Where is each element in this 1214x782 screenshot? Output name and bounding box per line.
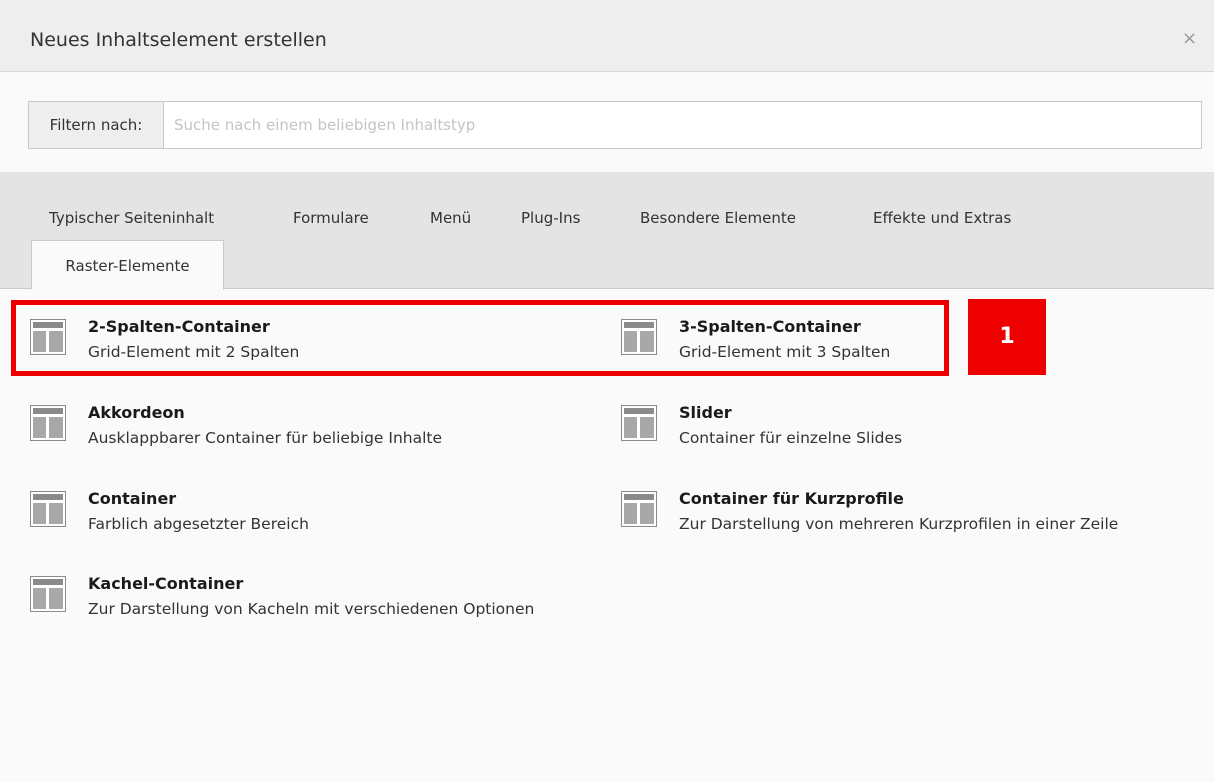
element-description: Grid-Element mit 2 Spalten (88, 343, 300, 361)
grid-layout-icon (30, 576, 66, 612)
tab-raster-elemente[interactable]: Raster-Elemente (31, 240, 224, 290)
element-container[interactable]: Container Farblich abgesetzter Bereich (30, 488, 590, 548)
new-content-element-dialog: Neues Inhaltselement erstellen × Filtern… (0, 0, 1214, 782)
grid-layout-icon (30, 319, 66, 355)
filter-row: Filtern nach: (28, 101, 1202, 149)
element-title: 2-Spalten-Container (88, 317, 270, 336)
element-description: Farblich abgesetzter Bereich (88, 515, 309, 533)
element-description: Container für einzelne Slides (679, 429, 903, 447)
tab-typischer-seiteninhalt[interactable]: Typischer Seiteninhalt (49, 208, 214, 228)
element-description: Ausklappbarer Container für beliebige In… (88, 429, 443, 447)
dialog-title: Neues Inhaltselement erstellen (30, 29, 327, 51)
tab-formulare[interactable]: Formulare (293, 208, 369, 228)
grid-layout-icon (30, 405, 66, 441)
element-title: Akkordeon (88, 403, 185, 422)
tab-menue[interactable]: Menü (430, 208, 471, 228)
element-description: Zur Darstellung von Kacheln mit verschie… (88, 600, 535, 618)
element-title: Slider (679, 403, 732, 422)
grid-layout-icon (30, 491, 66, 527)
element-kachel-container[interactable]: Kachel-Container Zur Darstellung von Kac… (30, 573, 550, 673)
element-container-fuer-kurzprofile[interactable]: Container für Kurzprofile Zur Darstellun… (621, 488, 1211, 548)
annotation-badge: 1 (968, 299, 1046, 375)
filter-search-input[interactable] (164, 101, 1202, 149)
element-title: 3-Spalten-Container (679, 317, 861, 336)
element-title: Container für Kurzprofile (679, 489, 904, 508)
dialog-header: Neues Inhaltselement erstellen × (0, 0, 1214, 72)
element-title: Container (88, 489, 177, 508)
grid-layout-icon (621, 319, 657, 355)
close-icon[interactable]: × (1182, 28, 1197, 50)
tab-effekte-und-extras[interactable]: Effekte und Extras (873, 208, 1011, 228)
tab-besondere-elemente[interactable]: Besondere Elemente (640, 208, 796, 228)
filter-label: Filtern nach: (28, 101, 164, 149)
element-title: Kachel-Container (88, 574, 244, 593)
element-3-spalten-container[interactable]: 3-Spalten-Container Grid-Element mit 3 S… (621, 316, 1201, 376)
element-description: Zur Darstellung von mehreren Kurzprofile… (679, 515, 1119, 533)
element-2-spalten-container[interactable]: 2-Spalten-Container Grid-Element mit 2 S… (30, 316, 590, 376)
tab-plug-ins[interactable]: Plug-Ins (521, 208, 580, 228)
element-description: Grid-Element mit 3 Spalten (679, 343, 891, 361)
element-akkordeon[interactable]: Akkordeon Ausklappbarer Container für be… (30, 402, 590, 462)
grid-layout-icon (621, 491, 657, 527)
grid-layout-icon (621, 405, 657, 441)
element-slider[interactable]: Slider Container für einzelne Slides (621, 402, 1201, 462)
